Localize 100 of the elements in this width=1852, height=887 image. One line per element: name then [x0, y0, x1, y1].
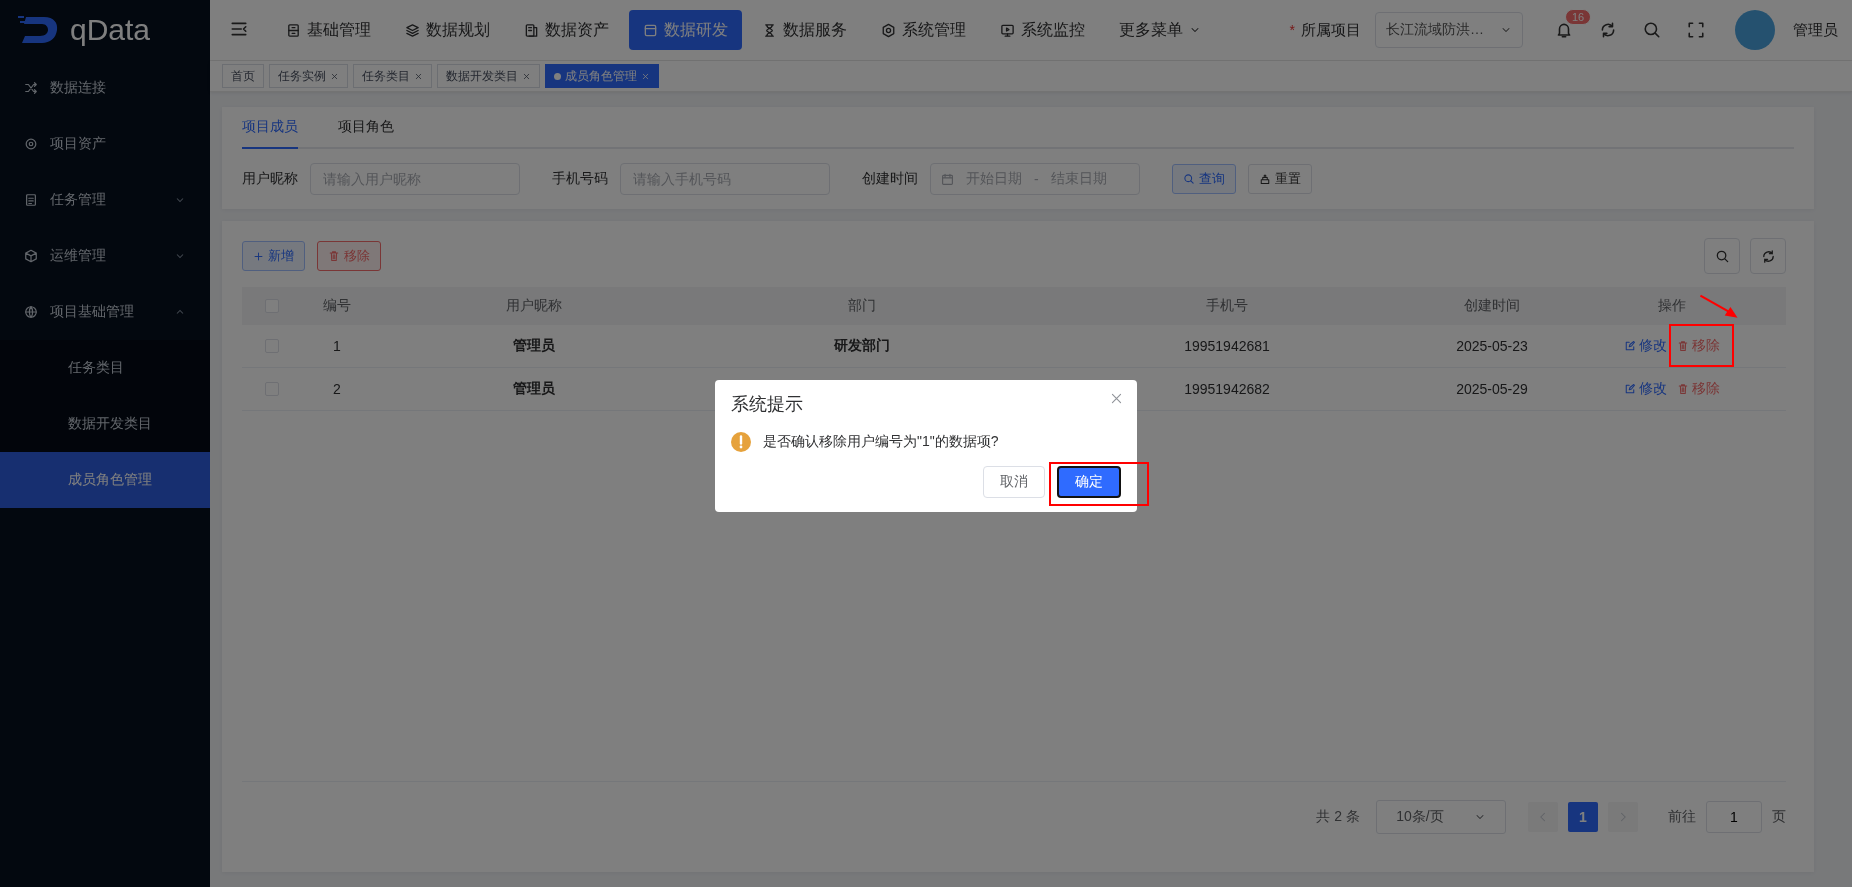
trash-icon — [328, 250, 340, 262]
nav-tab[interactable]: 数据规划 — [391, 10, 504, 50]
remove-button[interactable]: 移除 — [317, 241, 381, 271]
goto-field[interactable]: 1 — [1706, 801, 1762, 833]
page-suffix: 页 — [1772, 808, 1786, 826]
goto-label: 前往 — [1668, 808, 1696, 826]
table-cell: 19951942681 — [1184, 338, 1270, 354]
table-cell: 2 — [333, 381, 341, 397]
sidebar-subitem[interactable]: 成员角色管理 — [0, 452, 210, 508]
column-header: 操作 — [1658, 297, 1686, 315]
box-icon — [286, 22, 301, 38]
search-icon — [1643, 21, 1661, 39]
add-button[interactable]: 新增 — [242, 241, 305, 271]
table-cell: 管理员 — [513, 380, 555, 398]
total-count: 共 2 条 — [1316, 808, 1360, 826]
project-select[interactable]: 长江流域防洪… — [1375, 12, 1523, 48]
status-dot — [554, 72, 561, 80]
sidebar-item[interactable]: 运维管理 — [0, 228, 210, 284]
window-icon — [643, 22, 658, 38]
calendar-icon — [941, 172, 954, 186]
nav-tab[interactable]: 数据研发 — [629, 10, 742, 50]
column-header: 用户昵称 — [506, 297, 562, 315]
remove-link[interactable]: 移除 — [1677, 337, 1720, 355]
logo-text: qData — [70, 13, 151, 47]
edit-link[interactable]: 修改 — [1624, 380, 1667, 398]
sidebar-item[interactable]: 项目资产 — [0, 116, 210, 172]
edit-link[interactable]: 修改 — [1624, 337, 1667, 355]
table-cell: 2025-05-29 — [1456, 381, 1528, 397]
sidebar-item[interactable]: 项目基础管理 — [0, 284, 210, 340]
nav-tab[interactable]: 数据服务 — [748, 10, 861, 50]
hexagon-icon — [881, 22, 896, 38]
bell-icon — [1555, 21, 1573, 39]
book-icon — [524, 22, 539, 38]
nav-tab[interactable]: 系统管理 — [867, 10, 980, 50]
edit-icon — [1624, 340, 1636, 352]
page-tag[interactable]: 首页 — [222, 64, 264, 88]
page-number[interactable]: 1 — [1568, 802, 1598, 832]
monitor-icon — [1000, 22, 1015, 38]
reset-button[interactable]: 重置 — [1248, 164, 1312, 194]
close-icon — [522, 71, 531, 81]
sidebar-subitem[interactable]: 数据开发类目 — [0, 396, 210, 452]
hourglass-icon — [762, 22, 777, 38]
plus-icon — [253, 250, 264, 262]
fullscreen-icon — [1687, 21, 1705, 39]
column-header: 手机号 — [1206, 297, 1248, 315]
remove-link[interactable]: 移除 — [1677, 380, 1720, 398]
sidebar-subitem[interactable]: 任务类目 — [0, 340, 210, 396]
refresh-button[interactable] — [1750, 238, 1786, 274]
page-tag[interactable]: 任务类目 — [353, 64, 432, 88]
nav-tab[interactable]: 基础管理 — [272, 10, 385, 50]
table-cell: 管理员 — [513, 337, 555, 355]
field-label: 手机号码 — [552, 170, 608, 188]
search-button[interactable] — [1704, 238, 1740, 274]
search-icon — [1183, 173, 1195, 185]
user-name[interactable]: 管理员 — [1793, 20, 1838, 40]
close-icon — [1110, 392, 1123, 405]
column-header: 编号 — [323, 297, 351, 315]
nav-tab[interactable]: 更多菜单 — [1105, 10, 1215, 50]
column-header: 部门 — [848, 297, 876, 315]
table-cell: 2025-05-23 — [1456, 338, 1528, 354]
shuffle-icon — [24, 81, 38, 95]
close-icon — [641, 71, 650, 81]
table-cell: 研发部门 — [834, 337, 890, 355]
project-label: 所属项目 — [1301, 20, 1361, 40]
page-size-select[interactable]: 10条/页 — [1376, 800, 1506, 834]
trash-icon — [1677, 340, 1689, 352]
close-icon — [414, 71, 423, 81]
table-cell: 1 — [333, 338, 341, 354]
trash-icon — [1677, 383, 1689, 395]
cancel-button[interactable]: 取消 — [983, 466, 1045, 498]
dialog-title: 系统提示 — [731, 393, 803, 416]
notification-badge: 16 — [1565, 9, 1592, 25]
table-cell: 19951942682 — [1184, 381, 1270, 397]
edit-icon — [1624, 383, 1636, 395]
globe-icon — [24, 305, 38, 319]
tab[interactable]: 项目角色 — [338, 107, 394, 149]
confirm-button[interactable]: 确定 — [1057, 466, 1121, 498]
page-tag[interactable]: 数据开发类目 — [437, 64, 540, 88]
avatar[interactable] — [1735, 10, 1775, 50]
field-label: 创建时间 — [862, 170, 918, 188]
required-mark: * — [1289, 22, 1295, 38]
page-tag[interactable]: 成员角色管理 — [545, 64, 659, 88]
sidebar-item[interactable]: 任务管理 — [0, 172, 210, 228]
refresh-icon — [1599, 21, 1617, 39]
tab[interactable]: 项目成员 — [242, 107, 298, 149]
nav-tab[interactable]: 系统监控 — [986, 10, 1099, 50]
search-icon — [1714, 248, 1730, 264]
sidebar-item[interactable]: 数据连接 — [0, 60, 210, 116]
field-label: 用户昵称 — [242, 170, 298, 188]
page-tag[interactable]: 任务实例 — [269, 64, 348, 88]
annotation-arrow — [1699, 293, 1739, 321]
document-icon — [24, 193, 38, 207]
close-button[interactable] — [1110, 392, 1123, 405]
column-header: 创建时间 — [1464, 297, 1520, 315]
gear-icon — [24, 137, 38, 151]
cube-icon — [24, 249, 38, 263]
nav-tab[interactable]: 数据资产 — [510, 10, 623, 50]
search-button[interactable]: 查询 — [1172, 164, 1236, 194]
reset-icon — [1259, 173, 1271, 185]
refresh-icon — [1760, 248, 1776, 264]
